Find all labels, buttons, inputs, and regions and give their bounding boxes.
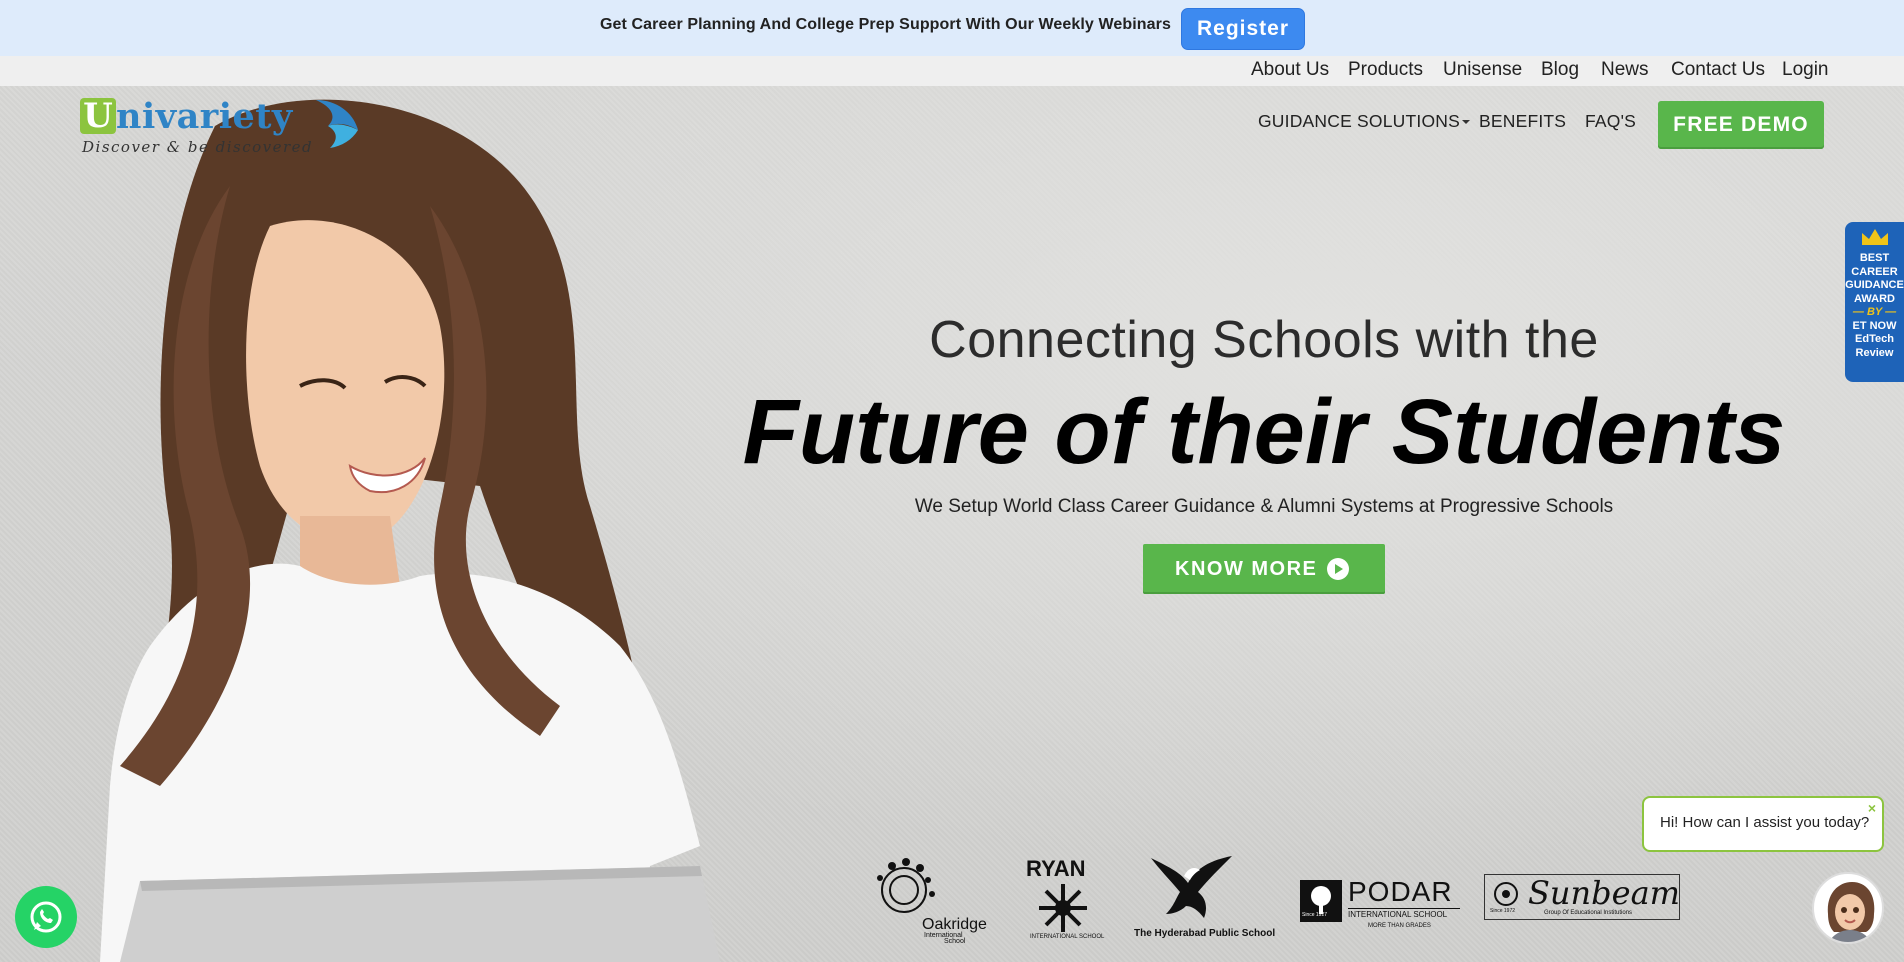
award-line-6: ET NOW (1852, 319, 1897, 332)
chat-message: Hi! How can I assist you today? (1660, 814, 1870, 831)
school-logo-sunbeam: Since 1972 Sunbeam Group Of Educational … (1484, 848, 1680, 944)
sunbeam-name: Sunbeam (1528, 874, 1680, 912)
top-nav-unisense[interactable]: Unisense (1443, 59, 1522, 81)
bird-logo-icon (316, 100, 358, 148)
whatsapp-icon (30, 901, 62, 933)
oakridge-sub2: School (944, 938, 966, 945)
top-nav-news[interactable]: News (1601, 59, 1649, 81)
hero-heading-line2: Future of their Students (742, 381, 1786, 483)
nav-faqs[interactable]: FAQ'S (1585, 111, 1636, 132)
award-line-3: GUIDANCE (1845, 279, 1904, 291)
caret-down-icon (1461, 120, 1470, 125)
know-more-button[interactable]: KNOW MORE (1143, 544, 1385, 594)
register-button[interactable]: Register (1181, 8, 1305, 50)
podar-name: PODAR (1348, 876, 1453, 907)
sunbeam-since: Since 1972 (1490, 908, 1516, 914)
school-logo-hps: The Hyderabad Public School (1132, 848, 1276, 944)
school-logo-podar: Since 1927 PODAR INTERNATIONAL SCHOOL MO… (1298, 848, 1464, 944)
announcement-bar: Get Career Planning And College Prep Sup… (0, 0, 1904, 56)
sunbeam-sub: Group Of Educational Institutions (1544, 910, 1633, 916)
nav-guidance-solutions-label: GUIDANCE SOLUTIONS (1258, 111, 1460, 131)
logo-letter: U (80, 98, 116, 134)
play-circle-icon (1327, 558, 1349, 580)
close-icon[interactable]: × (1868, 800, 1876, 816)
award-line-4: AWARD (1854, 292, 1895, 305)
school-logo-ryan: RYAN INTERNATIONAL SCHOOL (1024, 848, 1104, 944)
top-nav-products[interactable]: Products (1348, 59, 1423, 81)
school-logo-oakridge: Oakridge International School (872, 848, 988, 945)
podar-tag: MORE THAN GRADES (1368, 923, 1431, 929)
hero-section (0, 86, 1904, 962)
hero-woman-image (100, 99, 720, 962)
top-nav-contact-us[interactable]: Contact Us (1671, 59, 1765, 81)
hero-heading-line1: Connecting Schools with the (929, 311, 1599, 369)
chatbot-avatar-icon[interactable] (1812, 872, 1884, 944)
top-nav: About Us Products Unisense Blog News Con… (0, 56, 1904, 86)
podar-since: Since 1927 (1302, 912, 1328, 918)
award-line-1: BEST (1859, 252, 1890, 264)
top-nav-about-us[interactable]: About Us (1251, 59, 1329, 81)
hero-subtitle: We Setup World Class Career Guidance & A… (914, 496, 1614, 517)
award-line-8: Review (1855, 346, 1894, 359)
nav-guidance-solutions[interactable]: GUIDANCE SOLUTIONS (1258, 111, 1470, 132)
chat-bubble[interactable]: Hi! How can I assist you today? × (1642, 796, 1884, 852)
award-line-by: — BY — (1852, 306, 1897, 318)
top-nav-login[interactable]: Login (1782, 59, 1829, 81)
ryan-sub: INTERNATIONAL SCHOOL (1030, 934, 1105, 940)
award-line-7: EdTech (1855, 333, 1894, 345)
free-demo-button[interactable]: FREE DEMO (1658, 101, 1824, 149)
logo-tagline: Discover & be discovered (82, 138, 314, 156)
sunbeam-emblem-icon (1494, 882, 1518, 906)
award-badge[interactable]: BEST CAREER GUIDANCE AWARD — BY — ET NOW… (1845, 222, 1904, 382)
announcement-text: Get Career Planning And College Prep Sup… (600, 16, 1172, 33)
logo-word: nivariety (116, 96, 293, 137)
know-more-label: KNOW MORE (1175, 558, 1318, 580)
whatsapp-button[interactable] (15, 886, 77, 948)
podar-sub: INTERNATIONAL SCHOOL (1348, 910, 1448, 919)
eagle-icon (1151, 856, 1232, 918)
crown-icon (1862, 229, 1888, 245)
top-nav-blog[interactable]: Blog (1541, 59, 1579, 81)
nav-benefits[interactable]: BENEFITS (1479, 111, 1566, 132)
hps-name: The Hyderabad Public School (1134, 928, 1276, 939)
award-line-2: CAREER (1851, 265, 1898, 278)
univariety-logo[interactable]: U nivariety Discover & be discovered (80, 96, 360, 158)
